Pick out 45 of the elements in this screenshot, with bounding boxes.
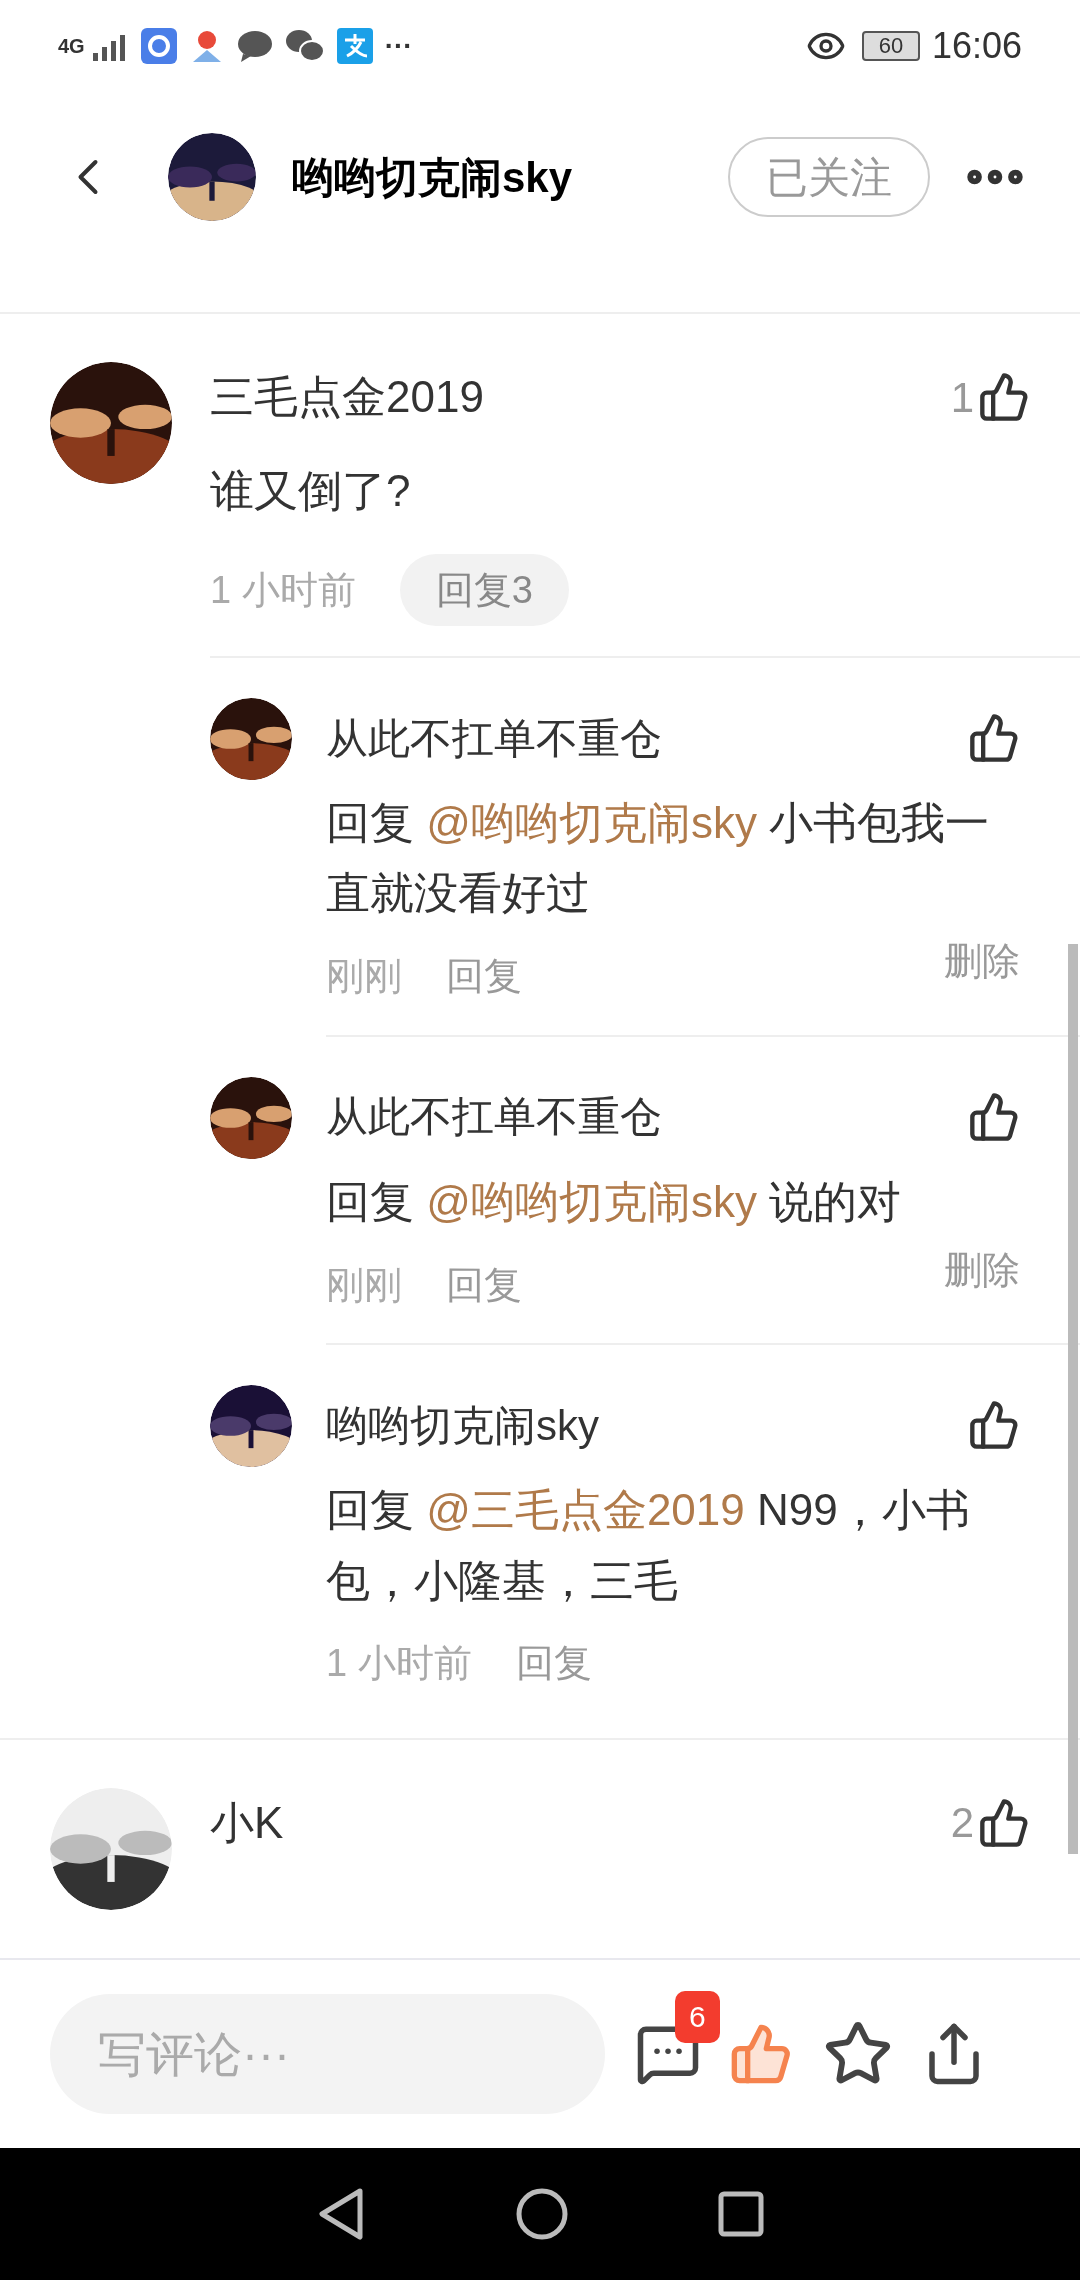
delete-button[interactable]: 删除 xyxy=(944,933,1020,991)
network-label: 4G xyxy=(58,34,85,59)
reply-button[interactable]: 回复 xyxy=(446,948,522,1006)
thumbs-up-icon[interactable] xyxy=(729,2022,793,2086)
battery-level: 60 xyxy=(878,35,904,57)
chat-bubble-icon xyxy=(236,30,273,62)
app-notification-icon xyxy=(140,28,177,64)
mention-link[interactable]: @哟哟切克闹sky xyxy=(426,1176,757,1226)
thumbs-up-icon[interactable] xyxy=(968,1399,1020,1452)
follow-button[interactable]: 已关注 xyxy=(728,137,930,217)
commenter-name: 哟哟切克闹sky xyxy=(326,1400,599,1451)
reply-text: 回复 @三毛点金2019 N99，小书包，小隆基，三毛 xyxy=(326,1484,971,1607)
thumbs-up-icon[interactable] xyxy=(978,1796,1030,1849)
mention-link[interactable]: @哟哟切克闹sky xyxy=(426,798,757,847)
comment-count-badge: 6 xyxy=(675,1991,720,2043)
like-count: 1 xyxy=(950,372,974,423)
reply-time: 刚刚 xyxy=(326,954,402,1000)
more-notifications: ··· xyxy=(384,29,413,63)
comment-input[interactable]: 写评论··· xyxy=(50,1994,605,2114)
thumbs-up-icon[interactable] xyxy=(978,371,1030,423)
mention-link[interactable]: @三毛点金2019 xyxy=(426,1485,745,1535)
commenter-name: 从此不扛单不重仓 xyxy=(326,713,662,764)
reply-button[interactable]: 回复 xyxy=(515,1635,592,1693)
wechat-icon xyxy=(284,29,325,63)
nav-back-icon[interactable] xyxy=(316,2187,366,2241)
reply-text: 回复 @哟哟切克闹sky 说的对 xyxy=(326,1175,903,1228)
comment-text: 谁又倒了? xyxy=(210,465,412,517)
reply-time: 刚刚 xyxy=(326,1262,402,1308)
reply-count-button[interactable]: 回复3 xyxy=(399,554,569,626)
commenter-name: 三毛点金2019 xyxy=(210,371,484,423)
payment-app-icon xyxy=(336,28,373,64)
clock: 16:06 xyxy=(931,24,1022,68)
header-title: 哟哟切克闹sky xyxy=(292,152,573,203)
comment-time: 1 小时前 xyxy=(210,567,356,613)
reply-text: 回复 @哟哟切克闹sky 小书包我一直就没看好过 xyxy=(326,797,990,920)
nav-recents-icon[interactable] xyxy=(718,2191,764,2237)
delete-button[interactable]: 删除 xyxy=(944,1241,1020,1299)
reply-time: 1 小时前 xyxy=(326,1641,472,1687)
commenter-name: 从此不扛单不重仓 xyxy=(326,1092,662,1143)
reply-button[interactable]: 回复 xyxy=(446,1256,522,1314)
nav-home-icon[interactable] xyxy=(516,2188,568,2240)
commenter-name: 小K xyxy=(210,1796,284,1849)
like-count: 2 xyxy=(950,1798,974,1849)
thumbs-up-icon[interactable] xyxy=(968,712,1020,764)
thumbs-up-icon[interactable] xyxy=(968,1090,1020,1143)
